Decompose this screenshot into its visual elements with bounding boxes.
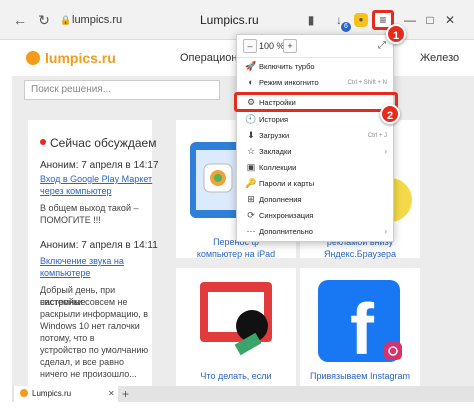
menu-item-downloads[interactable]: ⬇ Загрузки Ctrl + J xyxy=(237,128,395,143)
settings-highlight xyxy=(234,92,398,112)
comment-author: Аноним: 7 апреля в 14:17 xyxy=(40,160,159,171)
chevron-right-icon: › xyxy=(384,227,387,236)
page-title: Lumpics.ru xyxy=(200,13,259,27)
comment-text: Windows 10 нет галочки xyxy=(40,321,140,331)
downloads-badge: 6 xyxy=(341,22,351,32)
menu-divider xyxy=(237,57,395,58)
facebook-icon: f xyxy=(318,280,402,370)
browser-menu: – 100 % + ⤢ 🚀 Включить турбо ◐ Режим инког… xyxy=(236,34,395,242)
comment-text: настройки совсем не xyxy=(40,297,128,307)
logo-icon xyxy=(26,51,40,65)
comment-text: сделал, и все равно xyxy=(40,357,124,367)
star-icon: ☆ xyxy=(246,146,256,156)
menu-item-extensions[interactable]: ⊞ Дополнения xyxy=(237,192,395,207)
step-badge-1: 1 xyxy=(386,24,406,44)
tab-lumpics[interactable]: Lumpics.ru xyxy=(14,386,118,402)
menu-item-passwords[interactable]: 🔑 Пароли и карты xyxy=(237,176,395,191)
close-window-icon[interactable]: ✕ xyxy=(442,11,458,29)
screen-illustration xyxy=(200,282,272,356)
search-input[interactable]: Поиск решения... xyxy=(24,80,220,100)
history-icon: 🕘 xyxy=(245,114,257,124)
step-badge-2: 2 xyxy=(380,104,400,124)
fullscreen-icon[interactable]: ⤢ xyxy=(375,39,389,53)
zoom-level: 100 % xyxy=(259,41,285,51)
menu-item-collections[interactable]: ▣ Коллекции xyxy=(237,160,395,175)
chevron-right-icon: › xyxy=(384,147,387,156)
maximize-icon[interactable]: □ xyxy=(422,11,438,29)
comment-text: ПОМОГИТЕ !!! xyxy=(40,215,101,225)
sync-icon: ⟳ xyxy=(247,210,255,220)
bookmark-icon[interactable]: ▮ xyxy=(302,11,320,29)
extension-icon[interactable]: ● xyxy=(354,13,368,27)
rocket-icon: 🚀 xyxy=(245,61,257,71)
favicon-icon xyxy=(20,389,28,397)
comment-text: В общем выход такой – xyxy=(40,203,139,213)
menu-item-incognito[interactable]: ◐ Режим инкогнито Ctrl + Shift + N xyxy=(237,75,395,90)
zoom-in-button[interactable]: + xyxy=(283,39,297,53)
zoom-row: – 100 % + ⤢ xyxy=(237,35,395,57)
comment-text: ничего не произошло... xyxy=(40,369,137,379)
comment-link[interactable]: компьютере xyxy=(40,268,90,279)
zoom-out-button[interactable]: – xyxy=(243,39,257,53)
address-bar[interactable]: 🔒lumpics.ru xyxy=(60,10,130,30)
menu-item-more[interactable]: ⋯ Дополнительно › xyxy=(237,224,395,239)
puzzle-icon: ⊞ xyxy=(247,194,255,204)
discuss-heading: Сейчас обсуждаем xyxy=(40,136,156,150)
comment-link[interactable]: Вход в Google Play Маркет xyxy=(40,174,152,185)
lock-icon: 🔒 xyxy=(60,15,72,25)
back-arrow-icon[interactable]: ← xyxy=(12,12,28,28)
collections-icon: ▣ xyxy=(246,162,256,172)
comment-text: устройство по умолчанию xyxy=(40,345,149,355)
address-text: lumpics.ru xyxy=(72,14,123,26)
nav-hardware[interactable]: Железо xyxy=(420,52,459,64)
article-caption: компьютер на iPad xyxy=(196,249,276,259)
site-logo[interactable]: lumpics.ru xyxy=(26,50,116,66)
hamburger-icon: ≡ xyxy=(379,13,387,27)
menu-item-bookmarks[interactable]: ☆ Закладки › xyxy=(237,144,395,159)
tab-close-icon[interactable]: ✕ xyxy=(108,386,115,402)
menu-item-sync[interactable]: ⟳ Синхронизация xyxy=(237,208,395,223)
article-card[interactable]: Что делать, если xyxy=(176,268,296,386)
menu-item-turbo[interactable]: 🚀 Включить турбо xyxy=(237,59,395,74)
comment-author: Аноним: 7 апреля в 14:11 xyxy=(40,240,158,251)
minimize-icon[interactable]: — xyxy=(402,11,418,29)
svg-text:f: f xyxy=(350,290,375,370)
comment-link[interactable]: Включение звука на xyxy=(40,256,124,267)
new-tab-icon[interactable]: + xyxy=(122,386,129,402)
comment-link[interactable]: через компьютер xyxy=(40,186,112,197)
comment-text: потому, что в xyxy=(40,333,95,343)
more-icon: ⋯ xyxy=(246,226,256,236)
reload-icon[interactable]: ↻ xyxy=(36,12,52,28)
key-icon: 🔑 xyxy=(245,178,257,188)
live-dot-icon xyxy=(40,139,46,145)
download-icon: ⬇ xyxy=(247,130,255,140)
article-caption: Привязываем Instagram xyxy=(309,371,411,381)
article-caption: Яндекс.Браузера xyxy=(323,249,397,259)
comment-text: раскрыли информацию, в xyxy=(40,309,149,319)
menu-item-history[interactable]: 🕘 История xyxy=(237,112,395,127)
article-card[interactable]: f Привязываем Instagram xyxy=(300,268,420,386)
incognito-icon: ◐ xyxy=(248,77,254,87)
article-caption: Что делать, если xyxy=(200,371,272,381)
